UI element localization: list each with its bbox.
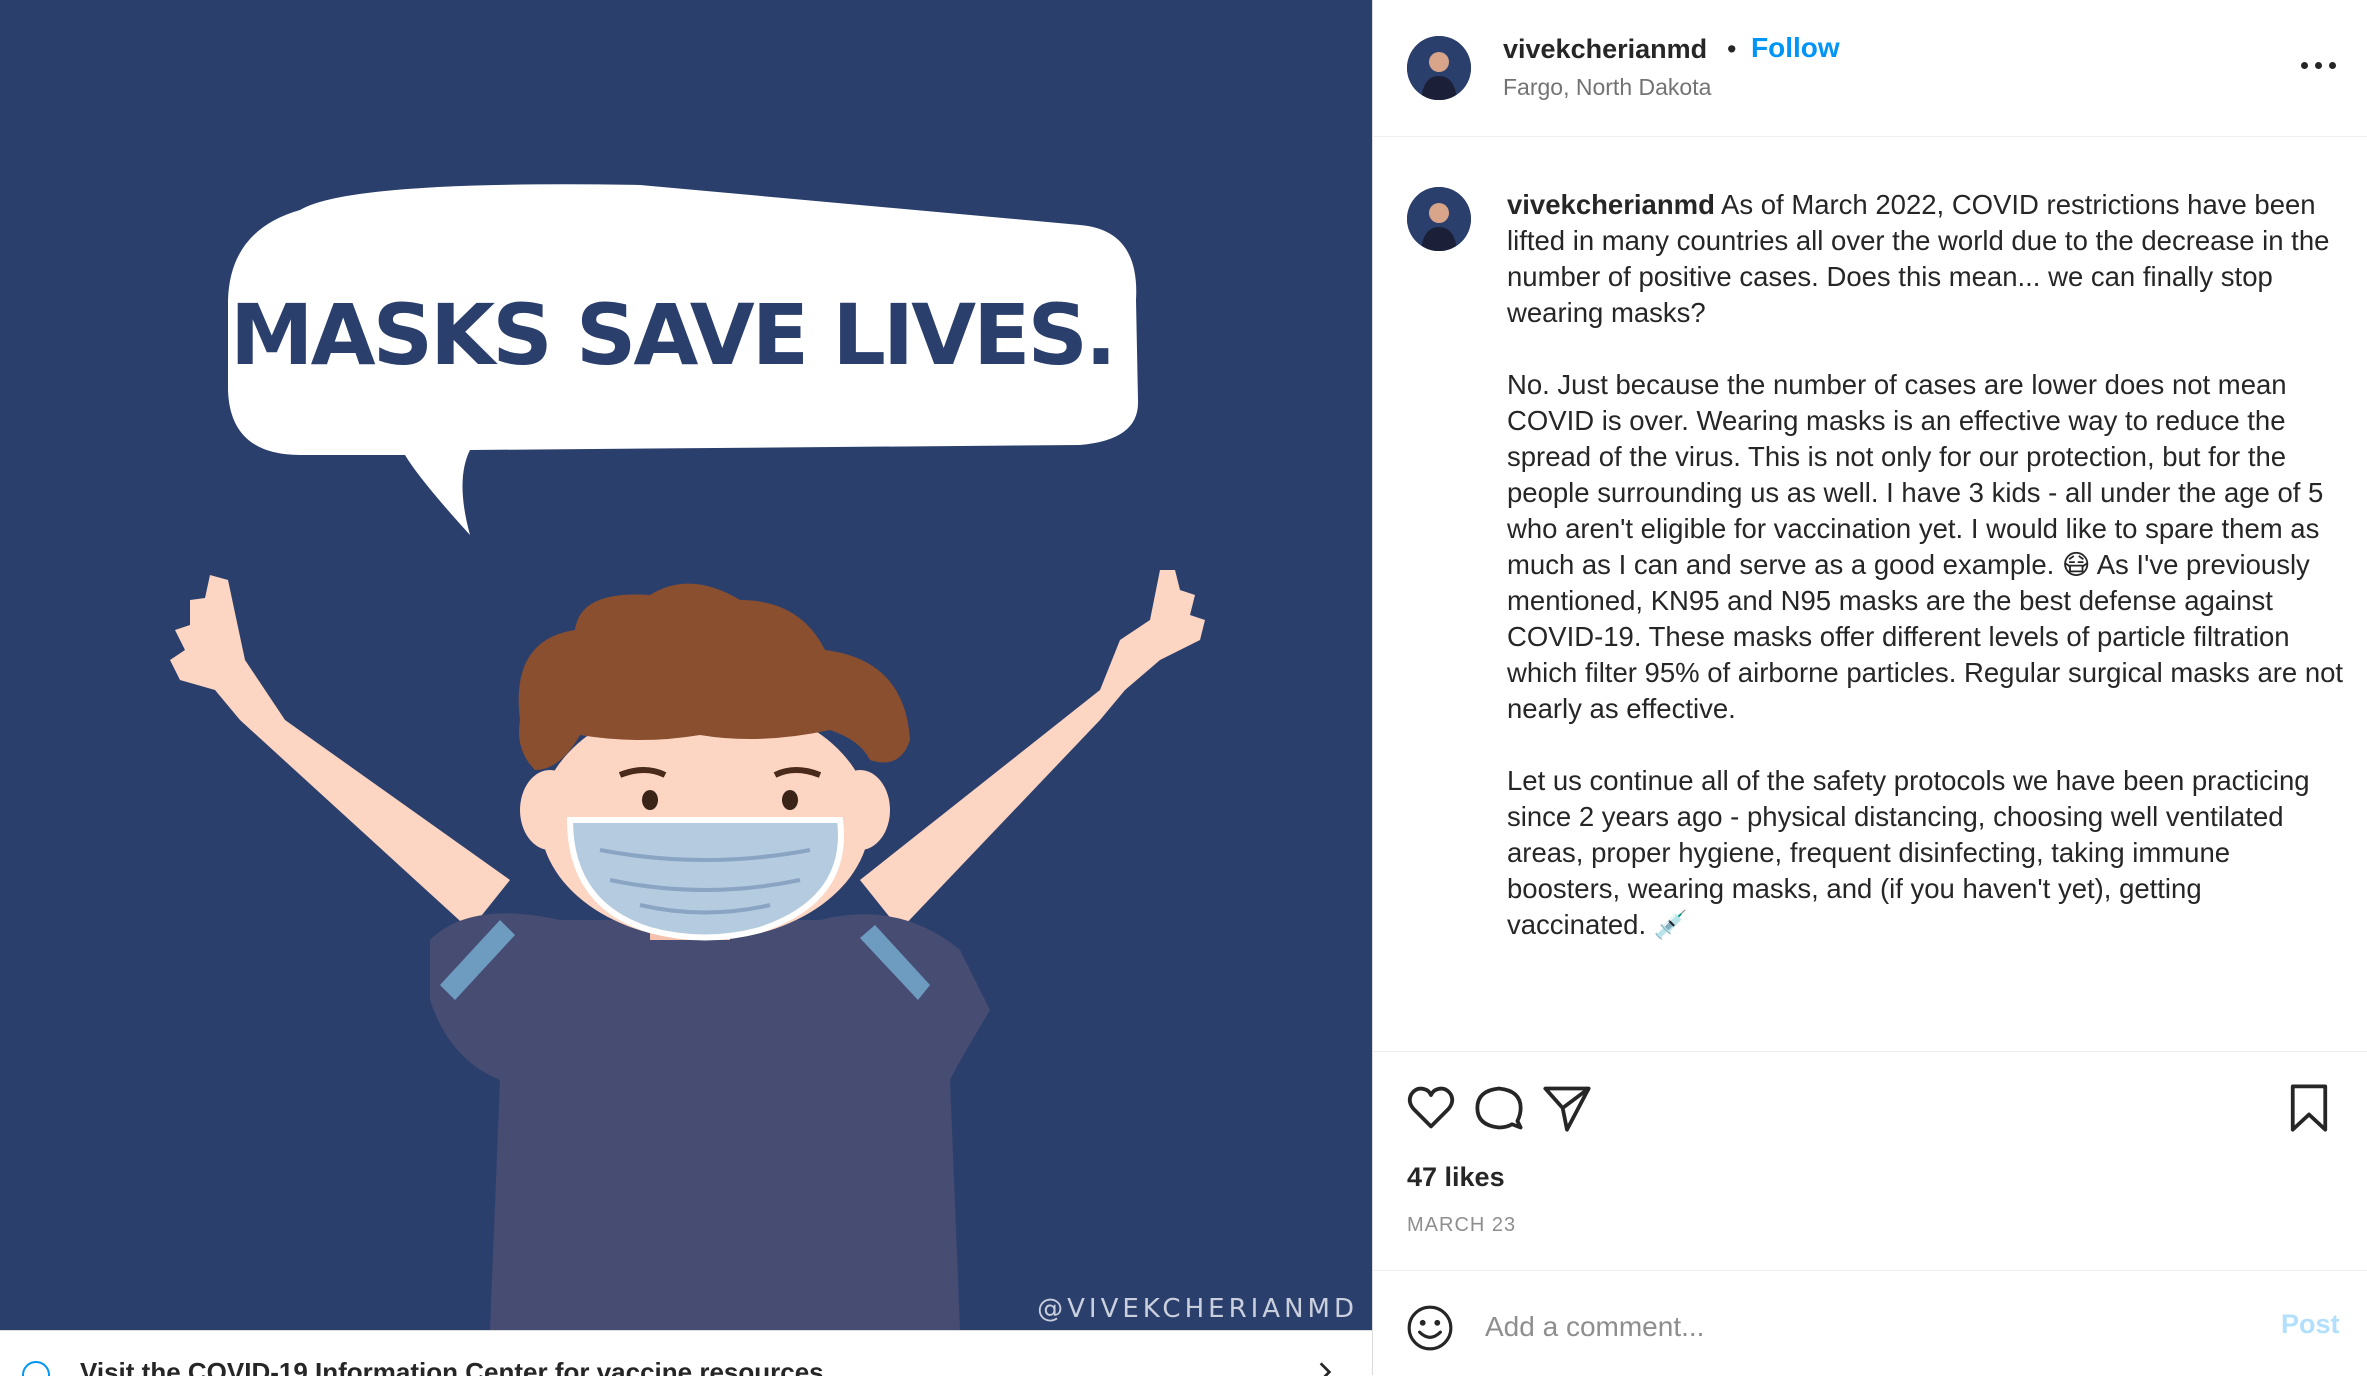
post-sidebar: vivekcherianmd • Follow Fargo, North Dak… <box>1372 0 2367 1375</box>
masks-save-lives-illustration <box>170 184 1205 1330</box>
info-icon <box>22 1361 50 1376</box>
header-username[interactable]: vivekcherianmd <box>1503 34 1707 65</box>
more-options-icon[interactable] <box>2299 58 2339 72</box>
action-bar: 47 likes MARCH 23 <box>1373 1051 2367 1272</box>
post-button[interactable]: Post <box>2281 1309 2340 1340</box>
post-date[interactable]: MARCH 23 <box>1407 1214 1516 1237</box>
comment-bar: Post <box>1373 1270 2367 1376</box>
covid-info-banner[interactable]: Visit the COVID-19 Information Center fo… <box>0 1330 1372 1376</box>
post-image[interactable]: MASKS SAVE LIVES. @VIVEKCHERIANMD <box>0 0 1372 1330</box>
caption-paragraph: Let us continue all of the safety protoc… <box>1507 765 2310 940</box>
caption-text: vivekcherianmd As of March 2022, COVID r… <box>1507 187 2347 979</box>
comment-icon[interactable] <box>1473 1082 1525 1134</box>
share-icon[interactable] <box>1541 1082 1593 1134</box>
avatar[interactable] <box>1407 187 1471 251</box>
bookmark-icon[interactable] <box>2283 1082 2335 1134</box>
avatar[interactable] <box>1407 36 1471 100</box>
caption-username[interactable]: vivekcherianmd <box>1507 189 1715 220</box>
covid-info-text[interactable]: Visit the COVID-19 Information Center fo… <box>80 1357 824 1376</box>
caption-paragraph: No. Just because the number of cases are… <box>1507 369 2344 724</box>
separator-dot: • <box>1727 34 1737 64</box>
likes-count[interactable]: 47 likes <box>1407 1162 1505 1193</box>
post-header: vivekcherianmd • Follow Fargo, North Dak… <box>1373 0 2367 137</box>
emoji-icon[interactable] <box>1405 1303 1455 1353</box>
follow-button[interactable]: Follow <box>1751 32 1840 64</box>
heart-icon[interactable] <box>1405 1082 1457 1134</box>
profile-photo <box>1407 36 1471 100</box>
caption-section: vivekcherianmd As of March 2022, COVID r… <box>1373 137 2367 1051</box>
watermark: @VIVEKCHERIANMD <box>1037 1294 1358 1324</box>
comment-input[interactable] <box>1483 1301 2227 1353</box>
chevron-right-icon[interactable] <box>1312 1359 1338 1376</box>
profile-photo <box>1407 187 1471 251</box>
headline-text: MASKS SAVE LIVES. <box>230 286 1117 384</box>
location-link[interactable]: Fargo, North Dakota <box>1503 74 1711 101</box>
